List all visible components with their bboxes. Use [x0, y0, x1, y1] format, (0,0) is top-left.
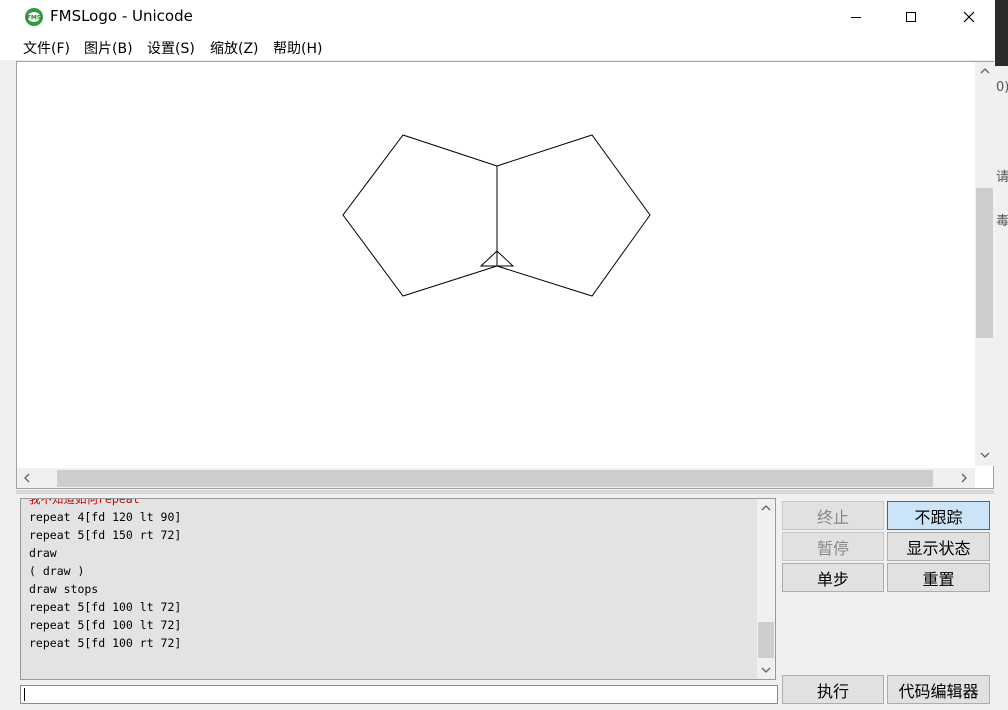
background-window-edge: 0) 请 毒: [995, 0, 1008, 710]
turtle-drawing: [342, 134, 651, 297]
edge-text-1: 0): [996, 80, 1008, 95]
menu-file[interactable]: 文件(F): [23, 38, 70, 58]
reset-button[interactable]: 重置: [887, 563, 990, 592]
left-pentagon: [342, 134, 498, 297]
execute-button[interactable]: 执行: [782, 675, 884, 704]
maximize-button[interactable]: [882, 0, 940, 34]
minimize-button[interactable]: [827, 0, 885, 34]
status-button[interactable]: 显示状态: [887, 532, 990, 561]
fmslogo-window: FMS FMSLogo - Unicode 文件(F) 图片(B) 设置(S) …: [0, 0, 995, 710]
history-line: repeat 5[fd 100 rt 72]: [29, 636, 182, 650]
history-line: repeat 4[fd 120 lt 90]: [29, 510, 182, 524]
menu-settings[interactable]: 设置(S): [147, 38, 195, 58]
title-bar: FMS FMSLogo - Unicode: [0, 0, 995, 34]
minimize-icon: [851, 17, 861, 18]
svg-text:FMS: FMS: [27, 15, 41, 22]
menu-bar: 文件(F) 图片(B) 设置(S) 缩放(Z) 帮助(H): [0, 34, 995, 60]
edge-text-2: 请: [996, 170, 1008, 185]
text-caret: [24, 688, 25, 701]
step-button[interactable]: 单步: [782, 563, 884, 592]
scroll-up-icon[interactable]: [980, 66, 990, 78]
menu-help[interactable]: 帮助(H): [273, 38, 322, 58]
menu-bitmap[interactable]: 图片(B): [84, 38, 133, 58]
scroll-right-icon[interactable]: [960, 473, 968, 486]
background-dark-strip: [995, 0, 1008, 66]
trace-toggle-button[interactable]: 不跟踪: [887, 501, 990, 530]
command-input[interactable]: [20, 685, 778, 704]
halt-button[interactable]: 终止: [782, 501, 884, 530]
right-pentagon: [496, 134, 651, 297]
fmslogo-app-icon: FMS: [25, 8, 43, 26]
history-lines: 我不知道如何repeat repeat 4[fd 120 lt 90] repeat…: [21, 498, 182, 652]
history-line: draw: [29, 546, 57, 560]
history-line: draw stops: [29, 582, 99, 596]
history-scroll-down-icon[interactable]: [761, 665, 771, 677]
pane-splitter[interactable]: [16, 490, 994, 494]
pause-button[interactable]: 暂停: [782, 532, 884, 561]
scroll-left-icon[interactable]: [23, 473, 31, 486]
close-button[interactable]: [940, 0, 998, 34]
graphics-canvas[interactable]: [16, 61, 994, 489]
close-icon: [963, 11, 975, 23]
history-scroll-thumb[interactable]: [758, 622, 774, 658]
history-line: repeat 5[fd 100 lt 72]: [29, 600, 182, 614]
editor-button[interactable]: 代码编辑器: [887, 675, 990, 704]
edge-text-3: 毒: [996, 214, 1008, 229]
scroll-down-icon[interactable]: [980, 450, 990, 462]
commander-history[interactable]: 我不知道如何repeat repeat 4[fd 120 lt 90] repeat…: [20, 498, 776, 680]
history-line: 我不知道如何repeat: [29, 498, 140, 506]
window-title: FMSLogo - Unicode: [50, 7, 193, 25]
history-line: repeat 5[fd 150 rt 72]: [29, 528, 182, 542]
canvas-vertical-scroll-thumb[interactable]: [976, 188, 993, 338]
history-line: ( draw ): [29, 564, 85, 578]
history-scroll-up-icon[interactable]: [761, 503, 771, 515]
history-line: repeat 5[fd 100 lt 72]: [29, 618, 182, 632]
maximize-icon: [906, 12, 916, 22]
menu-zoom[interactable]: 缩放(Z): [210, 38, 259, 58]
canvas-horizontal-scroll-thumb[interactable]: [57, 470, 933, 487]
